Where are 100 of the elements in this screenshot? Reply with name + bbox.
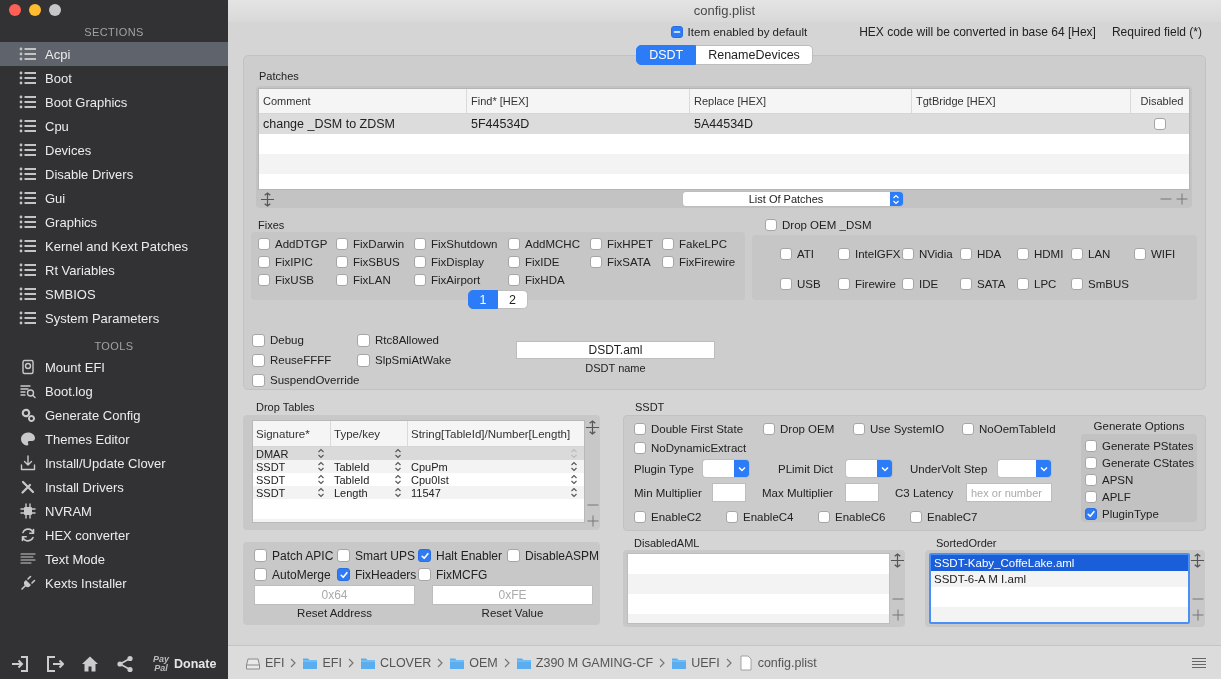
checkbox[interactable]: FixAirport [414, 274, 508, 286]
checkbox[interactable]: FixHeaders [337, 567, 418, 582]
checkbox[interactable]: FakeLPC [662, 238, 740, 250]
sidebar-item[interactable]: Cpu [0, 114, 228, 138]
column-header[interactable]: TgtBridge [HEX] [912, 89, 1131, 113]
page-tab[interactable]: 2 [498, 290, 528, 309]
sidebar-item[interactable]: Acpi [0, 42, 228, 66]
column-header[interactable]: Type/key [331, 421, 408, 446]
list-item[interactable]: SSDT-6-A M I.aml [931, 571, 1188, 587]
stepper-icon[interactable] [317, 487, 325, 498]
checkbox[interactable]: NoDynamicExtract [634, 441, 747, 454]
checkbox[interactable]: Halt Enabler [418, 548, 507, 563]
table-row[interactable]: SSDT TableId CpuPm [253, 460, 584, 473]
checkbox[interactable]: FixDisplay [414, 256, 508, 268]
export-icon[interactable] [46, 655, 64, 673]
import-icon[interactable] [11, 655, 29, 673]
checkbox[interactable]: Drop OEM [763, 422, 853, 435]
sidebar-item[interactable]: Rt Variables [0, 258, 228, 282]
checkbox[interactable]: Drop OEM _DSM [765, 219, 872, 231]
checkbox[interactable]: AddDTGP [258, 238, 336, 250]
reset-address-field[interactable]: 0x64 [254, 585, 415, 605]
sidebar-item[interactable]: Boot Graphics [0, 90, 228, 114]
table-row[interactable]: SSDT Length 11547 [253, 486, 584, 499]
checkbox[interactable]: USB [780, 278, 838, 290]
stepper-icon[interactable] [570, 461, 578, 472]
resize-handle-icon[interactable] [890, 553, 905, 568]
checkbox[interactable] [1154, 118, 1166, 130]
column-header[interactable]: Find* [HEX] [467, 89, 690, 113]
checkbox[interactable]: FixHDA [508, 274, 590, 286]
checkbox[interactable]: SlpSmiAtWake [357, 353, 516, 367]
path-item[interactable]: EFI [265, 655, 285, 670]
home-icon[interactable] [81, 655, 99, 673]
resize-handle-icon[interactable] [1190, 553, 1205, 568]
stepper-icon[interactable] [317, 461, 325, 472]
resize-handle-icon[interactable] [260, 191, 275, 207]
checkbox[interactable]: EnableC6 [818, 511, 910, 523]
checkbox[interactable]: SmBUS [1071, 278, 1134, 290]
checkbox[interactable]: IDE [902, 278, 960, 290]
checkbox[interactable]: Rtc8Allowed [357, 333, 516, 347]
dsdt-name-field[interactable]: DSDT.aml [516, 341, 715, 359]
checkbox[interactable]: EnableC4 [726, 511, 818, 523]
checkbox[interactable]: FixIPIC [258, 256, 336, 268]
sidebar-item[interactable]: HEX converter [0, 523, 228, 547]
checkbox[interactable]: FixIDE [508, 256, 590, 268]
checkbox[interactable]: FixDarwin [336, 238, 414, 250]
sidebar-item[interactable]: Kernel and Kext Patches [0, 234, 228, 258]
dropdown[interactable] [703, 460, 749, 477]
column-header[interactable]: Disabled [1131, 89, 1189, 113]
checkbox[interactable]: IntelGFX [838, 248, 902, 260]
checkbox[interactable]: Generate CStates [1085, 456, 1197, 469]
sidebar-item[interactable]: Disable Drivers [0, 162, 228, 186]
stepper-icon[interactable] [317, 448, 325, 459]
column-header[interactable]: Replace [HEX] [690, 89, 912, 113]
checkbox[interactable]: SATA [960, 278, 1017, 290]
checkbox[interactable]: Generate PStates [1085, 439, 1197, 452]
minimize-button[interactable] [29, 4, 41, 16]
checkbox[interactable]: EnableC2 [634, 511, 726, 523]
checkbox[interactable]: Firewire [838, 278, 902, 290]
checkbox[interactable]: APSN [1085, 473, 1197, 486]
close-button[interactable] [9, 4, 21, 16]
stepper-icon[interactable] [394, 487, 402, 498]
path-item[interactable]: EFI [322, 655, 342, 670]
path-item[interactable]: Z390 M GAMING-CF [535, 655, 654, 670]
tab[interactable]: DSDT [636, 45, 697, 65]
reset-value-field[interactable]: 0xFE [432, 585, 593, 605]
stepper-icon[interactable] [394, 461, 402, 472]
sidebar-item[interactable]: Gui [0, 186, 228, 210]
sidebar-item[interactable]: NVRAM [0, 499, 228, 523]
checkbox[interactable]: FixHPET [590, 238, 662, 250]
checkbox[interactable]: FixShutdown [414, 238, 508, 250]
sidebar-item[interactable]: Mount EFI [0, 355, 228, 379]
checkbox[interactable]: SuspendOverride [252, 373, 357, 387]
checkbox[interactable]: FixMCFG [418, 567, 507, 582]
checkbox[interactable]: WIFI [1134, 248, 1194, 260]
column-header[interactable]: String[TableId]/Number[Length] [408, 421, 584, 446]
table-row[interactable]: change _DSM to ZDSM 5F44534D 5A44534D [259, 114, 1189, 134]
page-tab[interactable]: 1 [468, 290, 498, 309]
checkbox[interactable]: EnableC7 [910, 511, 1002, 523]
checkbox[interactable]: NVidia [902, 248, 960, 260]
stepper-icon[interactable] [394, 474, 402, 485]
checkbox[interactable]: Patch APIC [254, 548, 337, 563]
checkbox[interactable]: FixUSB [258, 274, 336, 286]
checkbox[interactable]: HDA [960, 248, 1017, 260]
max-multiplier-field[interactable] [845, 483, 879, 502]
checkbox[interactable]: LPC [1017, 278, 1071, 290]
list-item[interactable]: SSDT-Kaby_CoffeLake.aml [931, 555, 1188, 571]
list-popup[interactable]: List Of Patches [682, 192, 903, 206]
checkbox[interactable]: AddMCHC [508, 238, 590, 250]
path-item[interactable]: config.plist [757, 655, 817, 670]
checkbox[interactable]: ATI [780, 248, 838, 260]
sidebar-item[interactable]: SMBIOS [0, 282, 228, 306]
stepper-icon[interactable] [317, 474, 325, 485]
checkbox[interactable]: NoOemTableId [962, 422, 1056, 435]
sidebar-item[interactable]: Install Drivers [0, 475, 228, 499]
sidebar-item[interactable]: System Parameters [0, 306, 228, 330]
c3-latency-field[interactable]: hex or number [966, 483, 1052, 502]
checkbox[interactable]: FixFirewire [662, 256, 740, 268]
path-item[interactable]: CLOVER [379, 655, 432, 670]
table-row[interactable]: DMAR [253, 447, 584, 460]
checkbox[interactable]: HDMI [1017, 248, 1071, 260]
